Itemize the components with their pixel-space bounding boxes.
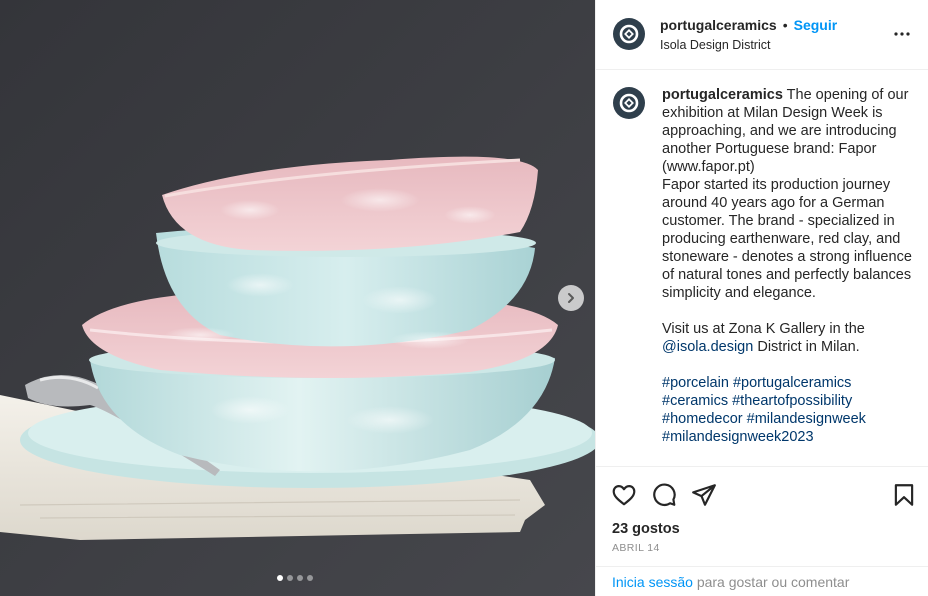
hashtag-link[interactable]: #theartofpossibility <box>732 393 852 409</box>
chevron-right-icon <box>568 293 574 303</box>
brand-logo-icon <box>619 24 639 44</box>
hashtags: #porcelain #portugalceramics #ceramics #… <box>662 374 912 446</box>
carousel-dot <box>297 575 303 581</box>
login-prompt-text: para gostar ou comentar <box>692 574 850 590</box>
share-button[interactable] <box>691 482 717 508</box>
caption-text: District in Milan. <box>753 339 860 355</box>
more-options-button[interactable] <box>893 25 911 43</box>
caption-avatar[interactable] <box>613 87 645 119</box>
hashtag-link[interactable]: #ceramics <box>662 393 728 409</box>
brand-logo-icon <box>619 93 639 113</box>
likes-count[interactable]: 23 gostos <box>612 521 680 537</box>
login-link[interactable]: Inicia sessão <box>612 574 693 590</box>
more-dots-icon <box>894 32 910 36</box>
separator-dot: • <box>782 17 788 33</box>
avatar[interactable] <box>613 18 645 50</box>
post-date: ABRIL 14 <box>612 542 660 554</box>
caption-paragraph: portugalceramics The opening of our exhi… <box>662 86 912 176</box>
carousel-dot <box>307 575 313 581</box>
heart-icon <box>612 485 636 506</box>
hashtag-link[interactable]: #portugalceramics <box>733 375 851 391</box>
carousel-dot <box>277 575 283 581</box>
caption-paragraph: Visit us at Zona K Gallery in the @isola… <box>662 320 912 356</box>
post-side-panel: portugalceramics • Seguir Isola Design Dis… <box>595 0 928 596</box>
comment-bubble-icon <box>653 483 676 506</box>
post-caption: portugalceramics The opening of our exhi… <box>662 86 912 446</box>
post-media-carousel[interactable] <box>0 0 595 596</box>
post-header: portugalceramics • Seguir Isola Design Dis… <box>596 0 928 70</box>
paper-plane-icon <box>692 484 716 506</box>
comment-button[interactable] <box>651 482 677 508</box>
login-prompt: Inicia sessão para gostar ou comentar <box>596 566 928 596</box>
caption-area: portugalceramics The opening of our exhi… <box>596 70 928 466</box>
carousel-indicator <box>277 575 313 581</box>
like-button[interactable] <box>611 482 637 508</box>
location-link[interactable]: Isola Design District <box>660 38 770 52</box>
action-bar <box>596 466 928 518</box>
save-button[interactable] <box>891 482 917 508</box>
carousel-next-button[interactable] <box>558 285 584 311</box>
username-link[interactable]: portugalceramics <box>660 17 777 33</box>
mention-link[interactable]: @isola.design <box>662 339 753 355</box>
header-username-row: portugalceramics • Seguir <box>660 17 837 33</box>
hashtag-link[interactable]: #porcelain <box>662 375 729 391</box>
hashtag-link[interactable]: #milandesignweek <box>747 411 866 427</box>
follow-button[interactable]: Seguir <box>794 17 838 33</box>
hashtag-link[interactable]: #milandesignweek2023 <box>662 429 814 445</box>
post-photo <box>0 0 595 596</box>
caption-text: Visit us at Zona K Gallery in the <box>662 321 865 337</box>
hashtag-link[interactable]: #homedecor <box>662 411 743 427</box>
caption-paragraph: Fapor started its production journey aro… <box>662 177 912 301</box>
caption-username[interactable]: portugalceramics <box>662 87 783 103</box>
bookmark-icon <box>894 484 914 506</box>
carousel-dot <box>287 575 293 581</box>
